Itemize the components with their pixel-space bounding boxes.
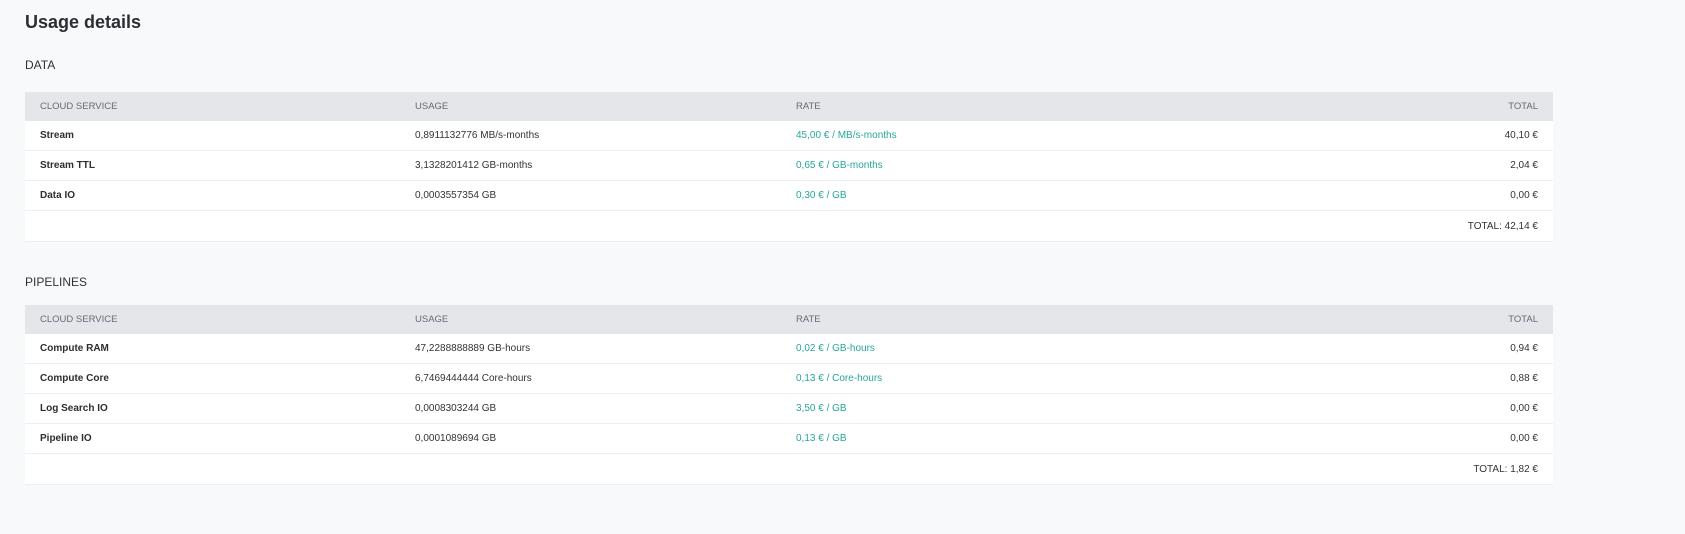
row-total: 0,00 € — [1238, 393, 1553, 424]
column-header: TOTAL — [1238, 305, 1553, 334]
column-header: USAGE — [415, 92, 796, 121]
column-header: RATE — [796, 305, 1238, 334]
table-row: Compute RAM 47,2288888889 GB-hours 0,02 … — [25, 334, 1553, 364]
usage-value: 0,8911132776 MB/s-months — [415, 121, 796, 151]
service-name: Data IO — [25, 180, 415, 211]
usage-value: 6,7469444444 Core-hours — [415, 363, 796, 394]
row-total: 0,00 € — [1238, 423, 1553, 454]
row-total: 2,04 € — [1238, 150, 1553, 181]
column-header: CLOUD SERVICE — [25, 92, 415, 121]
row-total: 0,94 € — [1238, 334, 1553, 364]
table-row: Pipeline IO 0,0001089694 GB 0,13 € / GB … — [25, 423, 1553, 454]
table-row: Stream 0,8911132776 MB/s-months 45,00 € … — [25, 121, 1553, 151]
rate-value: 3,50 € / GB — [796, 393, 1238, 424]
service-name: Compute RAM — [25, 334, 415, 364]
service-name: Pipeline IO — [25, 423, 415, 454]
service-name: Stream TTL — [25, 150, 415, 181]
row-total: 40,10 € — [1238, 121, 1553, 151]
column-header: TOTAL — [1238, 92, 1553, 121]
row-total: 0,88 € — [1238, 363, 1553, 394]
usage-value: 0,0001089694 GB — [415, 423, 796, 454]
service-name: Compute Core — [25, 363, 415, 394]
service-name: Stream — [25, 121, 415, 151]
pipelines-usage-table: CLOUD SERVICE USAGE RATE TOTAL Compute RAM … — [25, 305, 1553, 485]
table-header-row: CLOUD SERVICE USAGE RATE TOTAL — [25, 92, 1553, 121]
usage-value: 3,1328201412 GB-months — [415, 150, 796, 181]
usage-value: 0,0003557354 GB — [415, 180, 796, 211]
table-row: Compute Core 6,7469444444 Core-hours 0,1… — [25, 363, 1553, 394]
table-row: Stream TTL 3,1328201412 GB-months 0,65 €… — [25, 150, 1553, 181]
column-header: USAGE — [415, 305, 796, 334]
rate-value: 0,30 € / GB — [796, 180, 1238, 211]
data-usage-table: CLOUD SERVICE USAGE RATE TOTAL Stream 0,891… — [25, 92, 1553, 242]
column-header: CLOUD SERVICE — [25, 305, 415, 334]
rate-value: 0,02 € / GB-hours — [796, 334, 1238, 364]
rate-value: 45,00 € / MB/s-months — [796, 121, 1238, 151]
table-row: Log Search IO 0,0008303244 GB 3,50 € / G… — [25, 393, 1553, 424]
section-total-row: TOTAL: 42,14 € — [25, 210, 1553, 242]
rate-value: 0,13 € / Core-hours — [796, 363, 1238, 394]
row-total: 0,00 € — [1238, 180, 1553, 211]
service-name: Log Search IO — [25, 393, 415, 424]
table-header-row: CLOUD SERVICE USAGE RATE TOTAL — [25, 305, 1553, 334]
section-label-pipelines: PIPELINES — [25, 275, 88, 289]
section-total: TOTAL: 1,82 € — [1238, 453, 1553, 485]
rate-value: 0,13 € / GB — [796, 423, 1238, 454]
section-total-row: TOTAL: 1,82 € — [25, 453, 1553, 485]
usage-value: 0,0008303244 GB — [415, 393, 796, 424]
table-row: Data IO 0,0003557354 GB 0,30 € / GB 0,00… — [25, 180, 1553, 211]
rate-value: 0,65 € / GB-months — [796, 150, 1238, 181]
page-title: Usage details — [25, 12, 142, 32]
section-label-data: DATA — [25, 58, 56, 72]
usage-value: 47,2288888889 GB-hours — [415, 334, 796, 364]
column-header: RATE — [796, 92, 1238, 121]
section-total: TOTAL: 42,14 € — [1238, 210, 1553, 242]
